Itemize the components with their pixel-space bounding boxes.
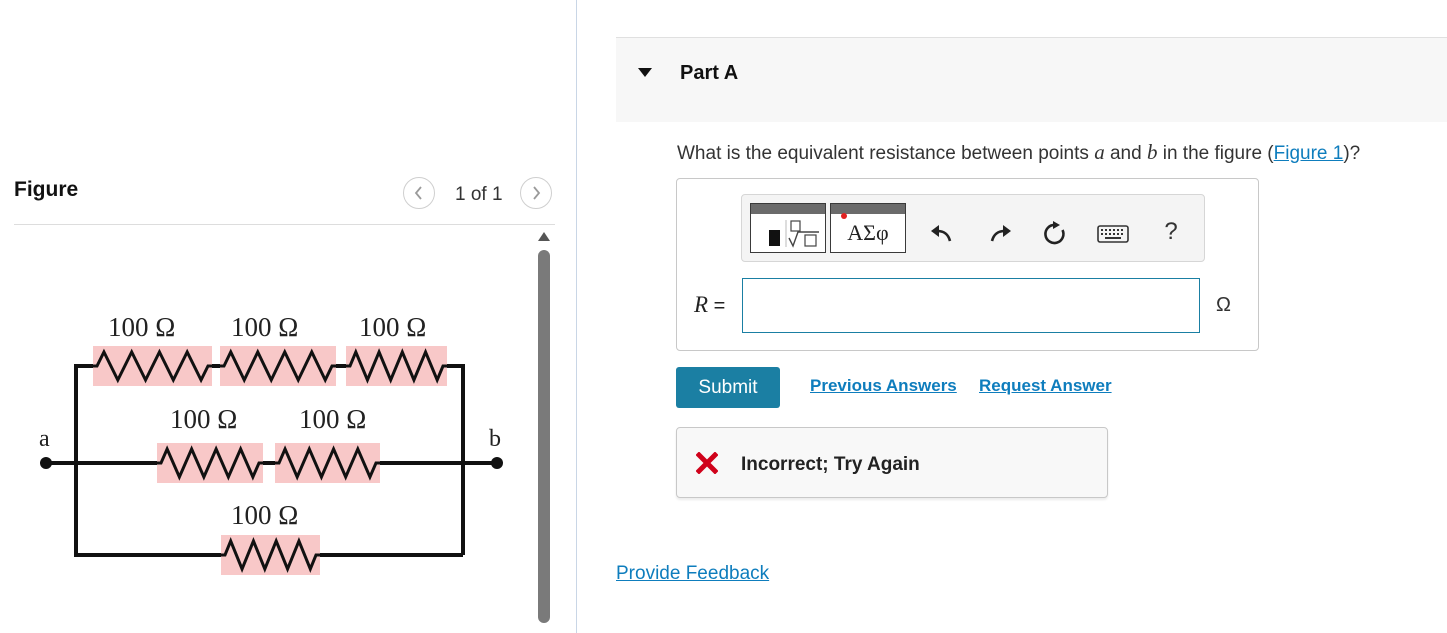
undo-button[interactable] [925, 218, 957, 250]
templates-icon [769, 220, 819, 248]
submit-button[interactable]: Submit [676, 367, 780, 408]
answer-variable: R [694, 292, 709, 317]
label-a: a [39, 426, 50, 452]
figure-link[interactable]: Figure 1 [1274, 143, 1344, 164]
help-button[interactable]: ? [1155, 216, 1187, 248]
panel-divider [576, 0, 577, 633]
question-var-b: b [1146, 140, 1158, 164]
resistor-label-mid-2: 100 Ω [299, 404, 366, 434]
reset-button[interactable] [1039, 218, 1071, 250]
keyboard-icon [1097, 225, 1129, 243]
question-text-end: )? [1343, 143, 1361, 164]
feedback-status: Incorrect; Try Again [741, 454, 920, 475]
symbols-icon: ΑΣφ [847, 220, 889, 245]
figure-scrollbar-thumb[interactable] [538, 250, 550, 623]
wire-top-right [447, 364, 465, 555]
question-text: What is the equivalent resistance betwee… [677, 140, 1360, 165]
keyboard-button[interactable] [1096, 218, 1130, 250]
terminal-a [40, 457, 52, 469]
resistor-label-mid-1: 100 Ω [170, 404, 237, 434]
collapse-caret-icon[interactable] [638, 68, 652, 77]
resistor-label-top-2: 100 Ω [231, 312, 298, 342]
label-b: b [489, 426, 501, 452]
part-title: Part A [680, 62, 739, 84]
provide-feedback-link[interactable]: Provide Feedback [616, 563, 769, 585]
question-text-after: in the figure ( [1157, 143, 1274, 164]
symbols-button[interactable]: ΑΣφ [830, 203, 906, 253]
help-icon: ? [1164, 218, 1178, 245]
circuit-diagram: a b 100 Ω 100 Ω 100 Ω 100 Ω 100 Ω 100 Ω [39, 312, 503, 575]
scroll-up-arrow[interactable] [538, 232, 550, 241]
answer-variable-label: R = [694, 292, 725, 318]
question-text-mid: and [1104, 143, 1147, 164]
active-dot-icon [841, 213, 847, 219]
part-header[interactable] [616, 37, 1447, 122]
resistor-label-top-1: 100 Ω [108, 312, 175, 342]
resistor-label-bottom-1: 100 Ω [231, 500, 298, 530]
reset-icon [1044, 221, 1065, 245]
answer-unit: Ω [1216, 294, 1231, 316]
answer-equals: = [708, 295, 726, 317]
terminal-b [491, 457, 503, 469]
wire-top-left [74, 364, 93, 464]
incorrect-x-icon [696, 452, 718, 474]
undo-icon [931, 225, 952, 242]
answer-input[interactable] [742, 278, 1200, 333]
question-var-a: a [1094, 140, 1105, 164]
resistor-label-top-3: 100 Ω [359, 312, 426, 342]
request-answer-link[interactable]: Request Answer [979, 376, 1112, 396]
question-text-start: What is the equivalent resistance betwee… [677, 143, 1095, 164]
templates-button[interactable] [750, 203, 826, 253]
previous-answers-link[interactable]: Previous Answers [810, 376, 957, 396]
redo-icon [990, 225, 1011, 242]
redo-button[interactable] [985, 218, 1017, 250]
